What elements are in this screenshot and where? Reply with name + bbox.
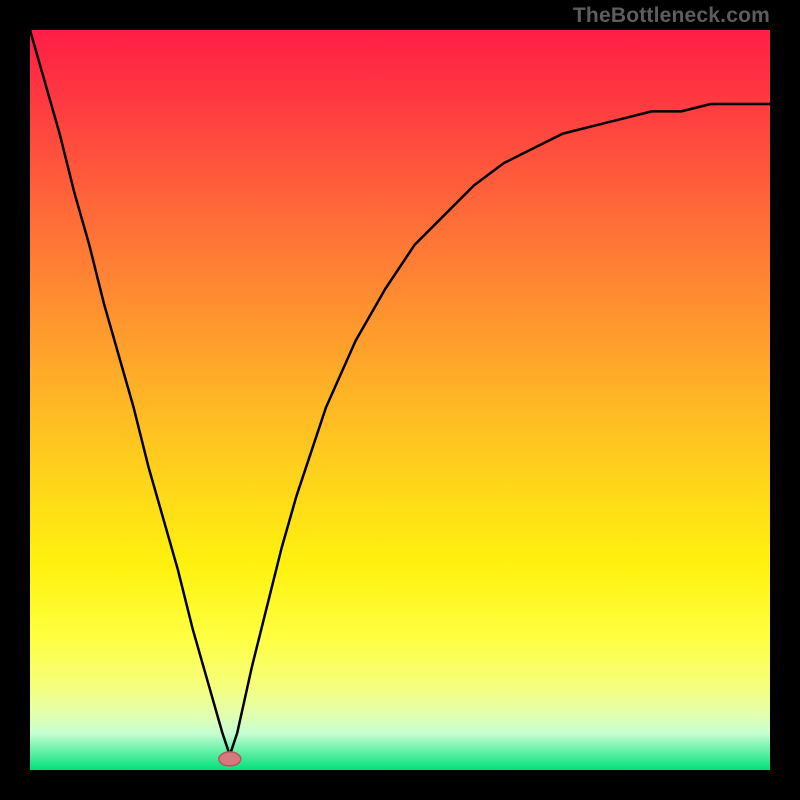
gradient-background — [30, 30, 770, 770]
minimum-marker — [219, 752, 241, 766]
attribution-label: TheBottleneck.com — [573, 4, 770, 28]
chart-svg — [30, 30, 770, 770]
chart-frame: TheBottleneck.com — [0, 0, 800, 800]
plot-area — [30, 30, 770, 770]
